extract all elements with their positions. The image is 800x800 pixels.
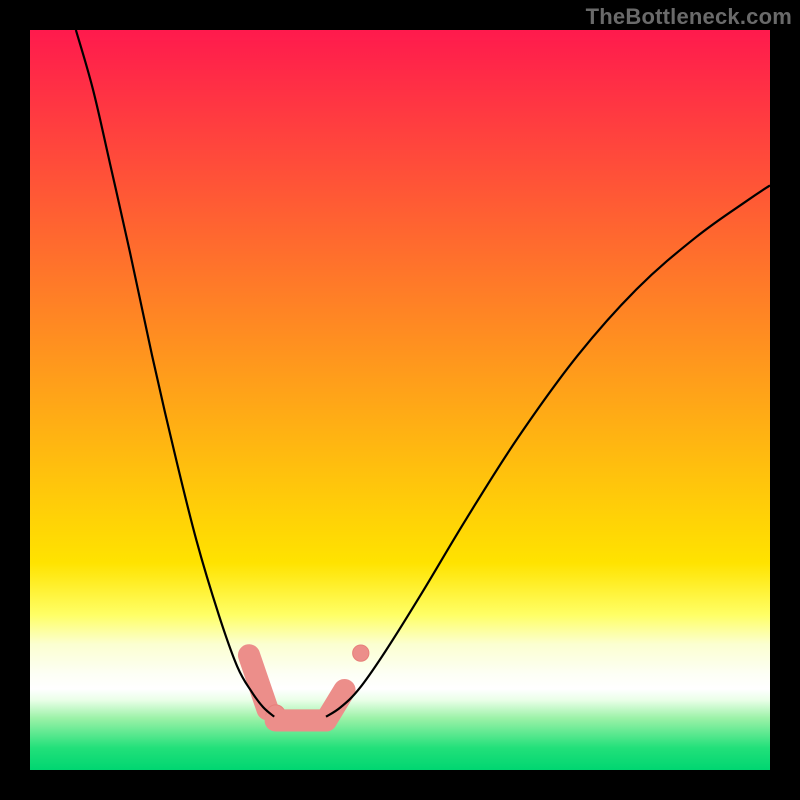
- curve-left: [76, 30, 274, 717]
- curves-layer: [30, 30, 770, 770]
- plot-area: [30, 30, 770, 770]
- curve-right: [326, 185, 770, 716]
- chart-frame: TheBottleneck.com: [0, 0, 800, 800]
- watermark-text: TheBottleneck.com: [586, 4, 792, 30]
- marker-dot: [353, 645, 369, 661]
